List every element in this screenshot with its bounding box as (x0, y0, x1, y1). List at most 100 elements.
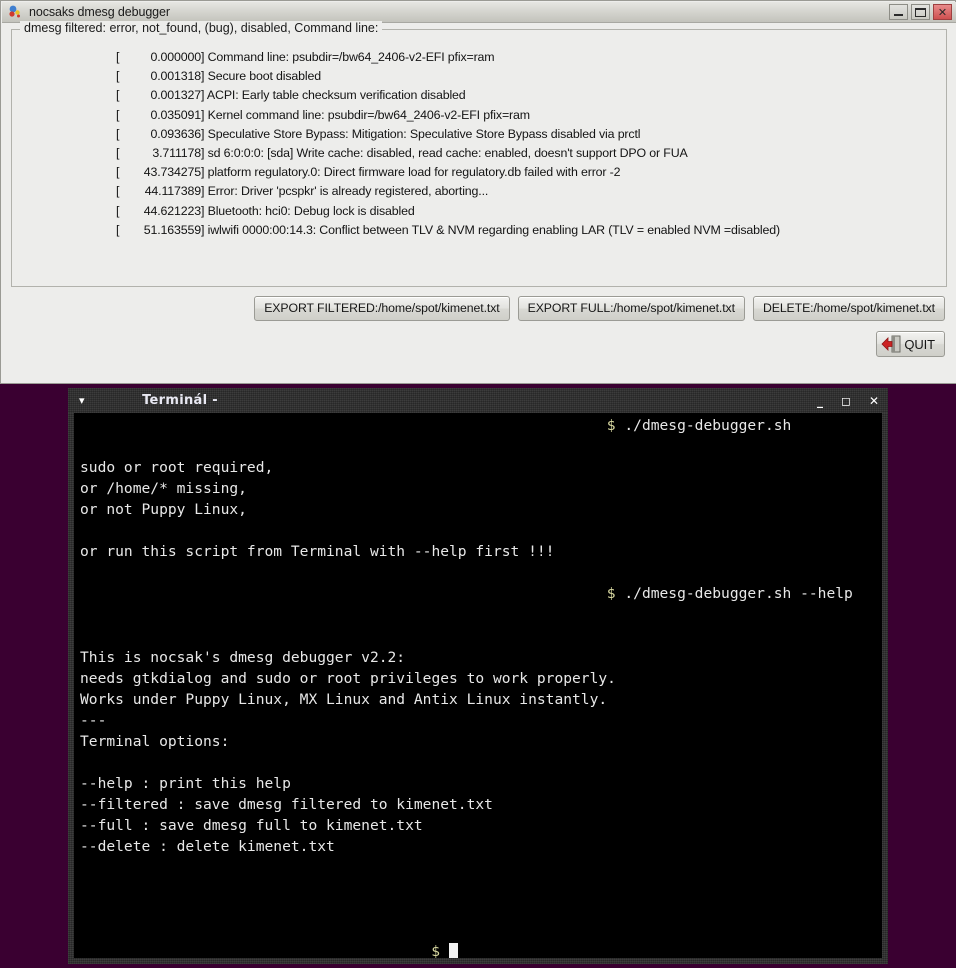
dmesg-frame-legend: dmesg filtered: error, not_found, (bug),… (20, 21, 383, 35)
dmesg-line: [3.711178] sd 6:0:0:0: [sda] Write cache… (116, 144, 946, 163)
terminal-screen[interactable]: $ ./dmesg-debugger.sh sudo or root requir… (74, 413, 882, 958)
dmesg-timestamp: 0.035091 (150, 107, 202, 122)
dmesg-timestamp: 51.163559 (143, 222, 201, 237)
shell-prompt: $ (431, 943, 440, 958)
terminal-line: $ ./dmesg-debugger.sh --help (74, 583, 882, 604)
dmesg-message: ] ACPI: Early table checksum verificatio… (201, 88, 466, 103)
maximize-button[interactable] (911, 4, 930, 20)
terminal-title: Terminál - (142, 393, 218, 408)
terminal-line-text: Terminal options: (80, 732, 230, 750)
shell-prompt: $ (606, 417, 616, 434)
terminal-line: or run this script from Terminal with --… (74, 541, 882, 562)
window-controls: ✕ (889, 4, 952, 20)
terminal-window-controls: _ ◻ ✕ (817, 388, 879, 413)
terminal-titlebar[interactable]: ▾ Terminál - _ ◻ ✕ (68, 388, 888, 413)
dmesg-message: ] platform regulatory.0: Direct firmware… (201, 165, 621, 180)
terminal-line-text: needs gtkdialog and sudo or root privile… (80, 669, 616, 687)
terminal-close-button[interactable]: ✕ (869, 395, 879, 407)
dmesg-message: ] Error: Driver 'pcspkr' is already regi… (201, 184, 489, 199)
terminal-cursor (448, 943, 458, 958)
terminal-line-text: --help : print this help (80, 774, 291, 792)
terminal-line-text: or not Puppy Linux, (80, 501, 247, 519)
dmesg-line-list: [0.000000] Command line: psubdir=/bw64_2… (12, 48, 946, 240)
terminal-minimize-button[interactable]: _ (817, 395, 823, 407)
dmesg-timestamp: 0.093636 (150, 126, 202, 141)
dmesg-line: [44.621223] Bluetooth: hci0: Debug lock … (116, 202, 946, 221)
terminal-line-text: sudo or root required, (80, 459, 274, 477)
terminal-active-prompt-line: $ (74, 941, 882, 958)
terminal-maximize-button[interactable]: ◻ (841, 395, 851, 407)
dmesg-line: [0.001327] ACPI: Early table checksum ve… (116, 86, 946, 105)
terminal-line: --full : save dmesg full to kimenet.txt (74, 815, 882, 836)
minimize-button[interactable] (889, 4, 908, 20)
delete-button[interactable]: DELETE:/home/spot/kimenet.txt (752, 296, 945, 321)
dmesg-timestamp: 43.734275 (143, 165, 201, 180)
dmesg-line: [51.163559] iwlwifi 0000:00:14.3: Confli… (116, 221, 946, 240)
dmesg-timestamp: 44.117389 (144, 184, 201, 199)
dmesg-message: ] sd 6:0:0:0: [sda] Write cache: disable… (201, 146, 688, 161)
terminal-line-text: ./dmesg-debugger.sh --help (615, 585, 853, 603)
terminal-line: Terminal options: (74, 731, 882, 752)
terminal-line-text: or run this script from Terminal with --… (80, 543, 555, 561)
window-title: nocsaks dmesg debugger (29, 5, 170, 19)
export-filtered-button[interactable]: EXPORT FILTERED:/home/spot/kimenet.txt (254, 296, 510, 321)
dmesg-message: ] Kernel command line: psubdir=/bw64_240… (201, 107, 530, 122)
action-button-row: EXPORT FILTERED:/home/spot/kimenet.txt EX… (2, 296, 956, 321)
gtk-titlebar[interactable]: nocsaks dmesg debugger ✕ (2, 2, 956, 23)
terminal-line: --filtered : save dmesg filtered to kime… (74, 794, 882, 815)
quit-button[interactable]: QUIT (876, 331, 945, 357)
shell-prompt: $ (606, 585, 616, 603)
terminal-line-text: Works under Puppy Linux, MX Linux and An… (80, 690, 608, 708)
terminal-line: This is nocsak's dmesg debugger v2.2: (74, 647, 882, 668)
terminal-line-text: ./dmesg-debugger.sh (615, 417, 792, 434)
terminal-window: ▾ Terminál - _ ◻ ✕ $ ./dmesg-debugger.sh… (68, 388, 888, 964)
dmesg-message: ] iwlwifi 0000:00:14.3: Conflict between… (201, 222, 780, 237)
terminal-line: $ ./dmesg-debugger.sh (74, 415, 882, 436)
terminal-line-text: This is nocsak's dmesg debugger v2.2: (80, 648, 406, 666)
dmesg-line: [0.035091] Kernel command line: psubdir=… (116, 106, 946, 125)
dmesg-line: [0.093636] Speculative Store Bypass: Mit… (116, 125, 946, 144)
dmesg-timestamp: 0.001318 (150, 69, 202, 84)
dmesg-line: [0.001318] Secure boot disabled (116, 67, 946, 86)
dmesg-line: [43.734275] platform regulatory.0: Direc… (116, 163, 946, 182)
terminal-line-text: --filtered : save dmesg filtered to kime… (80, 795, 493, 813)
terminal-line: Works under Puppy Linux, MX Linux and An… (74, 689, 882, 710)
prompt-spacer (440, 943, 449, 958)
app-icon (7, 4, 23, 20)
terminal-line-text: --- (80, 711, 107, 729)
export-full-button[interactable]: EXPORT FULL:/home/spot/kimenet.txt (517, 296, 745, 321)
terminal-line: --help : print this help (74, 773, 882, 794)
exit-door-icon (881, 335, 901, 353)
dmesg-timestamp: 3.711178 (152, 146, 201, 161)
terminal-line: or /home/* missing, (74, 478, 882, 499)
dmesg-message: ] Command line: psubdir=/bw64_2406-v2-EF… (201, 50, 495, 64)
close-button[interactable]: ✕ (933, 4, 952, 20)
terminal-line-text: --delete : delete kimenet.txt (80, 837, 335, 855)
dmesg-timestamp: 0.001327 (150, 88, 202, 103)
dmesg-timestamp: 0.000000 (150, 50, 202, 64)
quit-button-label: QUIT (904, 336, 935, 352)
dmesg-line: [0.000000] Command line: psubdir=/bw64_2… (116, 48, 946, 67)
terminal-line: sudo or root required, (74, 457, 882, 478)
terminal-line: --- (74, 710, 882, 731)
dmesg-message: ] Bluetooth: hci0: Debug lock is disable… (201, 203, 415, 218)
gtk-window-body: dmesg filtered: error, not_found, (bug),… (2, 21, 956, 383)
dmesg-output-frame: dmesg filtered: error, not_found, (bug),… (11, 21, 947, 287)
quit-button-row: QUIT (876, 331, 945, 357)
terminal-line-text: --full : save dmesg full to kimenet.txt (80, 816, 423, 834)
dmesg-timestamp: 44.621223 (143, 203, 201, 218)
dmesg-debugger-window: nocsaks dmesg debugger ✕ dmesg filtered:… (0, 0, 956, 384)
terminal-frame: $ ./dmesg-debugger.sh sudo or root requir… (68, 413, 888, 964)
dmesg-message: ] Speculative Store Bypass: Mitigation: … (201, 126, 641, 141)
terminal-line: or not Puppy Linux, (74, 499, 882, 520)
